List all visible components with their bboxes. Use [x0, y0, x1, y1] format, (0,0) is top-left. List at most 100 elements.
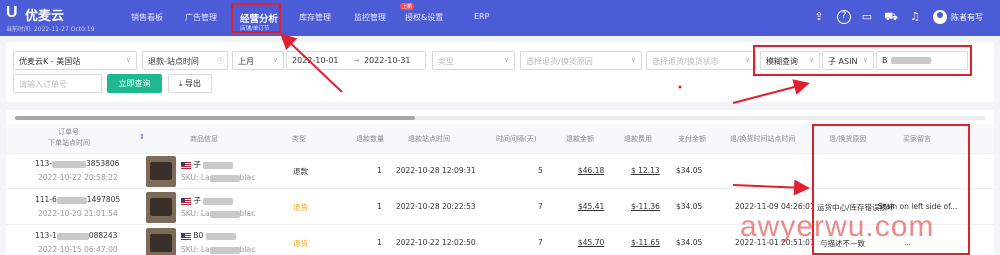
export-button-label: 导出	[185, 79, 202, 88]
chevron-down-icon: ∨	[744, 56, 750, 64]
refund-time: 2022-10-22 12:02:50	[396, 238, 476, 247]
pay-amount: $34.05	[676, 238, 703, 247]
export-button[interactable]: ⤓ 导出	[168, 74, 212, 93]
message-icon[interactable]: ▭	[860, 10, 874, 24]
header-qty: 退款数量	[356, 135, 384, 143]
type-select[interactable]: 类型 ∨	[432, 51, 515, 70]
date-type-select[interactable]: 退款-站点时间 ⓘ	[142, 51, 228, 70]
type-badge: 退款	[293, 167, 308, 176]
logo-mark: U	[6, 4, 18, 21]
horizontal-scrollbar[interactable]	[15, 116, 415, 120]
interval-days: 5	[538, 166, 543, 175]
current-time-label: 当前时间: 2022-11-27 Oct0:19	[6, 26, 95, 33]
refund-fee[interactable]: $-11.36	[631, 202, 660, 211]
date-type-value: 退款-站点时间	[148, 57, 199, 66]
date-range-picker[interactable]: 2022-10-01 → 2022-10-31	[286, 51, 426, 70]
top-navigation-bar: U 优麦云 当前时间: 2022-11-27 Oct0:19 销售看板 广告管理…	[0, 0, 1000, 36]
refund-amount[interactable]: $46.18	[578, 166, 604, 175]
asin-type-select[interactable]: 子 ASIN ∨	[822, 51, 874, 70]
product-sku: SKU: La blac	[181, 245, 256, 254]
nav-business-analysis-label: 经营分析	[240, 14, 279, 25]
refund-fee[interactable]: $ 12.13	[631, 166, 660, 175]
cart-icon[interactable]: ⛟	[884, 10, 898, 24]
refund-amount[interactable]: $45.41	[578, 202, 604, 211]
pay-amount: $34.05	[676, 202, 703, 211]
asin-type-value: 子 ASIN	[828, 57, 858, 66]
logo-text: 优麦云	[25, 9, 65, 24]
refund-qty: 1	[377, 202, 382, 211]
nav-monitor-management[interactable]: 监控管理	[354, 12, 386, 23]
product-title[interactable]: B0	[181, 231, 236, 240]
nav-erp[interactable]: ERP	[474, 12, 489, 21]
avatar[interactable]	[933, 10, 947, 24]
nav-auth-settings[interactable]: 授权&设置	[405, 12, 443, 23]
nav-sales-dashboard[interactable]: 销售看板	[131, 12, 163, 23]
period-select[interactable]: 上月 ∨	[232, 51, 284, 70]
refund-time: 2022-10-28 12:09:31	[396, 166, 476, 175]
refund-time: 2022-10-28 20:22:53	[396, 202, 476, 211]
product-sku: SKU: La blac	[181, 209, 256, 218]
asin-input-value: B	[882, 56, 888, 65]
reason-placeholder: 选择退货/换货原因	[526, 57, 593, 66]
date-start[interactable]: 2022-10-01	[292, 56, 339, 65]
order-number[interactable]: 113- 3853806	[35, 159, 119, 168]
order-time: 2022-10-20 21:01:54	[38, 209, 118, 218]
user-name[interactable]: 陈者有写	[951, 12, 983, 23]
order-time: 2022-10-22 20:58:22	[38, 173, 118, 182]
nav-ad-management[interactable]: 广告管理	[185, 12, 217, 23]
order-number[interactable]: 111-6 1497805	[35, 195, 120, 204]
date-range-separator: →	[353, 56, 360, 65]
bell-icon[interactable]: ♫	[908, 10, 922, 24]
chevron-down-icon: ∨	[808, 56, 814, 64]
product-title[interactable]: 子	[181, 159, 234, 170]
help-icon[interactable]: ?	[837, 10, 851, 24]
reason-select[interactable]: 选择退货/换货原因 ∨	[520, 51, 642, 70]
refund-amount[interactable]: $45.70	[578, 238, 604, 247]
product-image[interactable]	[146, 192, 176, 223]
status-select[interactable]: 选择退货/换货状态 ∨	[646, 51, 756, 70]
chevron-down-icon: ∨	[272, 56, 278, 64]
nav-business-analysis-sub: 店铺/单订节	[240, 26, 270, 32]
chevron-down-icon: ∨	[630, 56, 636, 64]
asin-input[interactable]: B	[876, 51, 968, 70]
interval-days: 7	[538, 202, 543, 211]
order-time: 2022-10-15 06:47:00	[38, 245, 118, 254]
header-type: 类型	[292, 135, 306, 143]
product-image[interactable]	[146, 156, 176, 187]
header-refund-time: 退款站点时间	[408, 135, 450, 143]
query-mode-value: 模糊查询	[766, 57, 798, 66]
store-select[interactable]: 优麦云K - 美国站 ∨	[13, 51, 137, 70]
type-placeholder: 类型	[438, 57, 454, 66]
header-order-time: 下单站点时间	[48, 139, 90, 147]
search-button[interactable]: 立即查询	[107, 74, 162, 93]
refund-qty: 1	[377, 166, 382, 175]
us-flag-icon	[181, 232, 191, 240]
upload-icon[interactable]: ⇪	[812, 10, 826, 24]
header-return-time: 退/换货时间站点时间	[730, 135, 796, 143]
product-image[interactable]	[146, 228, 176, 255]
blurred-asin	[891, 57, 931, 64]
header-refund-fee: 退款费用	[624, 135, 652, 143]
product-title[interactable]: 子	[181, 195, 234, 206]
info-icon: ⓘ	[217, 57, 224, 65]
nav-business-analysis[interactable]: 经营分析 店铺/单订节	[231, 3, 281, 33]
pay-amount: $34.05	[676, 166, 703, 175]
order-number-input[interactable]: 请输入订单号	[13, 74, 102, 93]
product-sku: SKU: La blac	[181, 173, 256, 182]
store-select-value: 优麦云K - 美国站	[19, 57, 81, 66]
refund-qty: 1	[377, 238, 382, 247]
new-badge: 上新	[400, 3, 415, 10]
chevron-down-icon: ∨	[125, 56, 131, 64]
header-refund-amount: 退款金额	[566, 135, 594, 143]
watermark: awyerwu.com	[740, 210, 935, 243]
chevron-down-icon: ∨	[862, 56, 868, 64]
filter-panel: 优麦云K - 美国站 ∨ 退款-站点时间 ⓘ 上月 ∨ 2022-10-01 →…	[6, 42, 994, 102]
order-number[interactable]: 113-1 088243	[35, 231, 117, 240]
chevron-down-icon: ∨	[503, 56, 509, 64]
date-end[interactable]: 2022-10-31	[364, 56, 411, 65]
query-mode-select[interactable]: 模糊查询 ∨	[760, 51, 820, 70]
refund-fee[interactable]: $-11.65	[631, 238, 660, 247]
type-badge: 退货	[293, 239, 308, 248]
nav-inventory-management[interactable]: 库存管理	[299, 12, 331, 23]
sort-icon[interactable]: ⇕	[139, 133, 145, 141]
